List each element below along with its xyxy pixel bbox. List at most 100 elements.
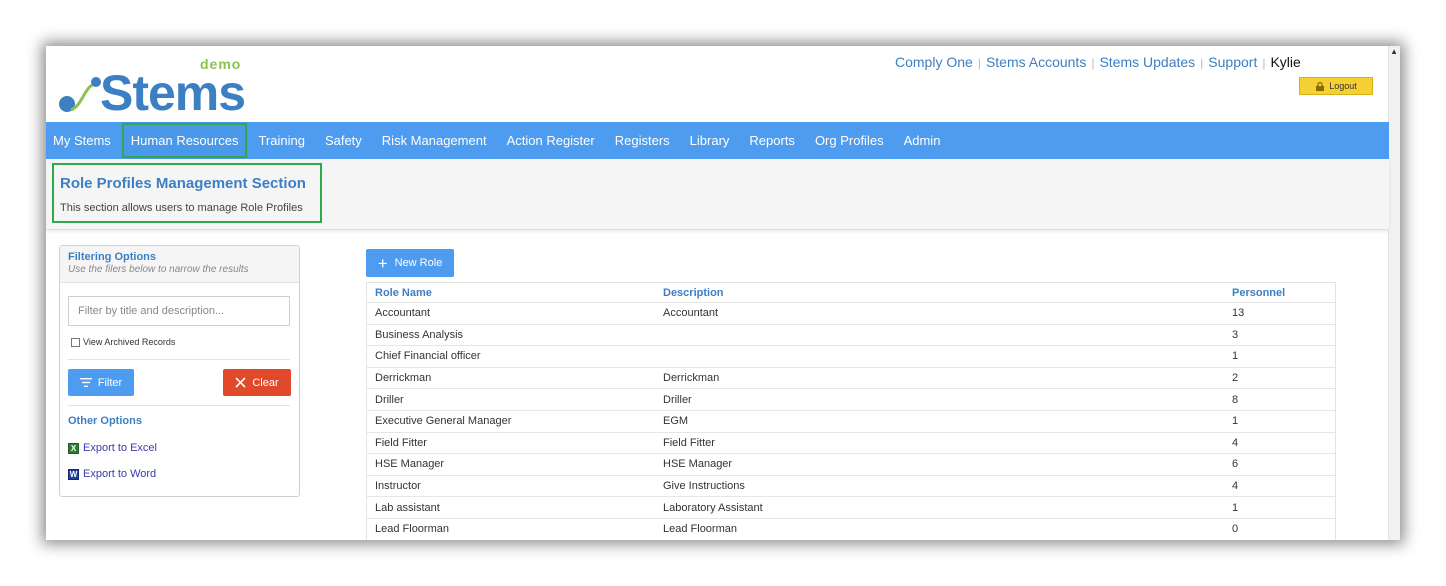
- cell-personnel: 4: [1232, 480, 1239, 493]
- export-excel-link[interactable]: X Export to Excel: [68, 442, 157, 454]
- export-word-label: Export to Word: [83, 468, 157, 480]
- table-row[interactable]: Lab assistant Laboratory Assistant 1: [367, 497, 1335, 519]
- table-row[interactable]: Accountant Accountant 13: [367, 303, 1335, 325]
- header-role-name[interactable]: Role Name: [367, 287, 655, 299]
- top-link-comply-one[interactable]: Comply One: [895, 54, 973, 70]
- scroll-up-icon[interactable]: ▲: [1390, 48, 1398, 56]
- table-row[interactable]: Lead Floorman Lead Floorman 0: [367, 519, 1335, 540]
- page-scrollbar[interactable]: ▲: [1388, 46, 1400, 540]
- cell-personnel: 1: [1232, 350, 1239, 363]
- user-name: Kylie: [1270, 54, 1301, 70]
- cell-role-name: Accountant: [375, 307, 431, 320]
- cell-personnel: 0: [1232, 523, 1239, 536]
- filter-button-label: Filter: [97, 376, 123, 389]
- cell-personnel: 1: [1232, 415, 1239, 428]
- filter-panel: Filtering Options Use the filers below t…: [59, 245, 300, 497]
- nav-training[interactable]: Training: [248, 122, 314, 159]
- header-personnel[interactable]: Personnel: [1224, 287, 1335, 299]
- panel-divider: [68, 405, 290, 406]
- other-options-title: Other Options: [68, 415, 142, 427]
- filter-panel-header: Filtering Options Use the filers below t…: [60, 246, 299, 283]
- cell-role-name: Derrickman: [375, 372, 432, 385]
- logo-wordmark: Stems: [100, 65, 246, 121]
- filter-lines-icon: [79, 378, 92, 387]
- cell-description: Field Fitter: [663, 436, 715, 449]
- table-row[interactable]: Derrickman Derrickman 2: [367, 368, 1335, 390]
- top-links: Comply One | Stems Accounts | Stems Updates |…: [895, 54, 1301, 70]
- table-row[interactable]: Chief Financial officer 1: [367, 346, 1335, 368]
- cell-description: EGM: [663, 415, 689, 428]
- page-subtitle: This section allows users to manage Role…: [60, 202, 303, 214]
- filter-button[interactable]: Filter: [68, 369, 134, 396]
- nav-registers[interactable]: Registers: [605, 122, 680, 159]
- cell-personnel: 2: [1232, 372, 1239, 385]
- table-row[interactable]: Business Analysis 3: [367, 325, 1335, 347]
- panel-divider: [68, 359, 290, 360]
- cell-role-name: Lead Floorman: [375, 523, 449, 536]
- clear-button[interactable]: Clear: [223, 369, 291, 396]
- close-icon: [235, 377, 246, 388]
- top-link-stems-updates[interactable]: Stems Updates: [1099, 54, 1195, 70]
- cell-role-name: Chief Financial officer: [375, 350, 481, 363]
- archived-checkbox[interactable]: [71, 337, 80, 347]
- word-icon: W: [68, 468, 79, 480]
- nav-reports[interactable]: Reports: [739, 122, 805, 159]
- link-separator: |: [1200, 56, 1204, 70]
- top-link-support[interactable]: Support: [1208, 54, 1257, 70]
- logout-button[interactable]: Logout: [1299, 77, 1373, 95]
- nav-library[interactable]: Library: [680, 122, 740, 159]
- app-window: ▲ demo Stems Comply One | Stems Accounts | S…: [46, 46, 1400, 540]
- nav-action-register[interactable]: Action Register: [497, 122, 605, 159]
- section-header: Role Profiles Management Section This se…: [46, 159, 1389, 230]
- cell-role-name: Instructor: [375, 480, 421, 493]
- cell-personnel: 4: [1232, 436, 1239, 449]
- cell-description: Give Instructions: [663, 480, 745, 493]
- link-separator: |: [1262, 56, 1266, 70]
- padlock-icon: [1316, 81, 1325, 91]
- nav-safety[interactable]: Safety: [315, 122, 372, 159]
- role-profiles-table: Role Name Description Personnel Accounta…: [366, 282, 1336, 540]
- table-row[interactable]: Field Fitter Field Fitter 4: [367, 433, 1335, 455]
- page-title: Role Profiles Management Section: [60, 175, 306, 192]
- table-row[interactable]: Executive General Manager EGM 1: [367, 411, 1335, 433]
- nav-human-resources[interactable]: Human Resources: [120, 122, 249, 159]
- cell-role-name: Lab assistant: [375, 501, 440, 514]
- filter-panel-title: Filtering Options: [68, 251, 156, 263]
- cell-role-name: Field Fitter: [375, 436, 427, 449]
- table-row[interactable]: Driller Driller 8: [367, 389, 1335, 411]
- cell-personnel: 13: [1232, 307, 1245, 320]
- cell-role-name: Driller: [375, 393, 404, 406]
- clear-button-label: Clear: [252, 376, 279, 389]
- table-header-row: Role Name Description Personnel: [367, 283, 1335, 303]
- nav-admin[interactable]: Admin: [894, 122, 951, 159]
- header-description[interactable]: Description: [655, 287, 1224, 299]
- nav-my-stems[interactable]: My Stems: [46, 122, 121, 159]
- cell-personnel: 1: [1232, 501, 1239, 514]
- cell-description: Laboratory Assistant: [663, 501, 763, 514]
- table-row[interactable]: Instructor Give Instructions 4: [367, 476, 1335, 498]
- nav-org-profiles[interactable]: Org Profiles: [805, 122, 894, 159]
- view-archived-toggle[interactable]: View Archived Records: [71, 337, 175, 347]
- export-excel-label: Export to Excel: [83, 442, 157, 454]
- cell-role-name: Executive General Manager: [375, 415, 512, 428]
- excel-icon: X: [68, 442, 79, 454]
- filter-panel-hint: Use the filers below to narrow the resul…: [68, 264, 249, 275]
- top-link-stems-accounts[interactable]: Stems Accounts: [986, 54, 1086, 70]
- stems-logo[interactable]: demo Stems: [58, 54, 258, 120]
- export-word-link[interactable]: W Export to Word: [68, 468, 156, 480]
- link-separator: |: [1091, 56, 1095, 70]
- cell-role-name: HSE Manager: [375, 458, 445, 471]
- plus-icon: +: [377, 253, 388, 273]
- cell-role-name: Business Analysis: [375, 328, 464, 341]
- cell-description: Lead Floorman: [663, 523, 737, 536]
- cell-description: Accountant: [663, 307, 719, 320]
- table-row[interactable]: HSE Manager HSE Manager 6: [367, 454, 1335, 476]
- new-role-button[interactable]: + New Role: [366, 249, 454, 277]
- main-nav: My Stems Human Resources Training Safety…: [46, 122, 1389, 159]
- nav-risk-management[interactable]: Risk Management: [372, 122, 497, 159]
- filter-search-input[interactable]: [68, 296, 290, 326]
- cell-personnel: 8: [1232, 393, 1239, 406]
- cell-personnel: 6: [1232, 458, 1239, 471]
- link-separator: |: [977, 56, 981, 70]
- logout-label: Logout: [1329, 81, 1357, 91]
